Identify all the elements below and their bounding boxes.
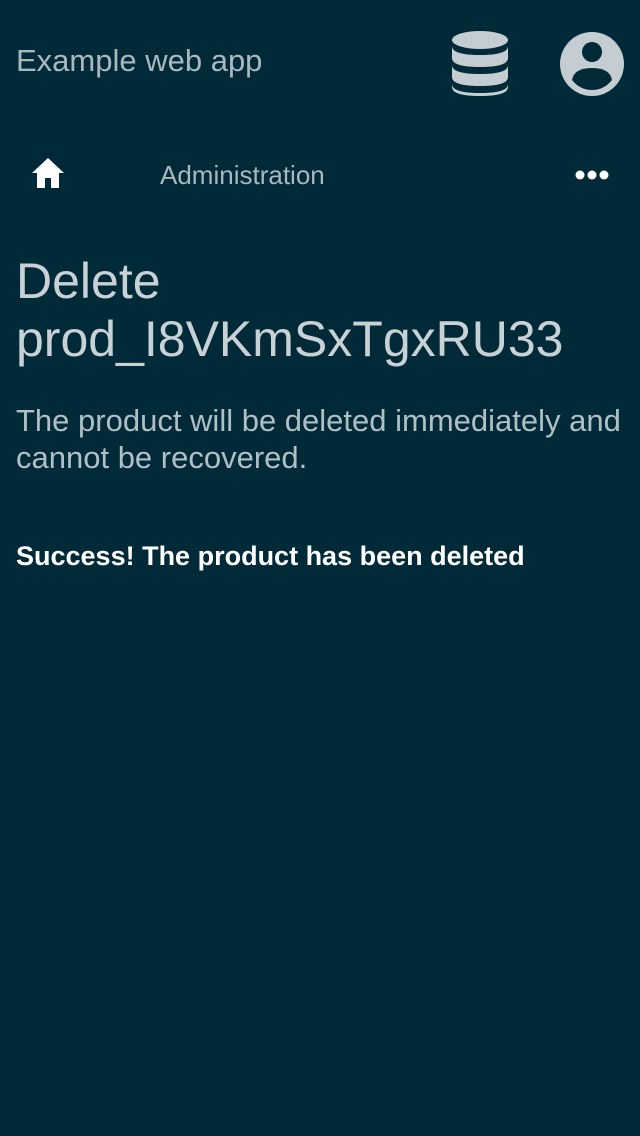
success-message: Success! The product has been deleted: [16, 541, 525, 571]
app-header: Example web app: [0, 0, 640, 124]
account-button[interactable]: [558, 30, 626, 98]
page: Example web app Administration Delete pr…: [0, 0, 640, 1136]
page-title-product-id: prod_I8VKmSxTgxRU33: [16, 311, 564, 367]
delete-description: The product will be deleted immediately …: [16, 403, 621, 475]
database-button[interactable]: [448, 30, 512, 98]
home-button[interactable]: [28, 154, 68, 194]
page-title-action: Delete: [16, 253, 161, 309]
nav-administration[interactable]: Administration: [160, 160, 325, 190]
nav-bar: Administration: [0, 140, 640, 210]
home-icon: [32, 158, 64, 188]
database-icon: [452, 31, 508, 96]
account-circle-icon: [560, 32, 624, 96]
more-horizontal-icon: [575, 170, 609, 180]
more-options-button[interactable]: [568, 158, 616, 192]
main-content: Delete prod_I8VKmSxTgxRU33 The product w…: [16, 252, 624, 572]
page-title: Delete prod_I8VKmSxTgxRU33: [16, 252, 624, 368]
app-title: Example web app: [16, 43, 263, 78]
